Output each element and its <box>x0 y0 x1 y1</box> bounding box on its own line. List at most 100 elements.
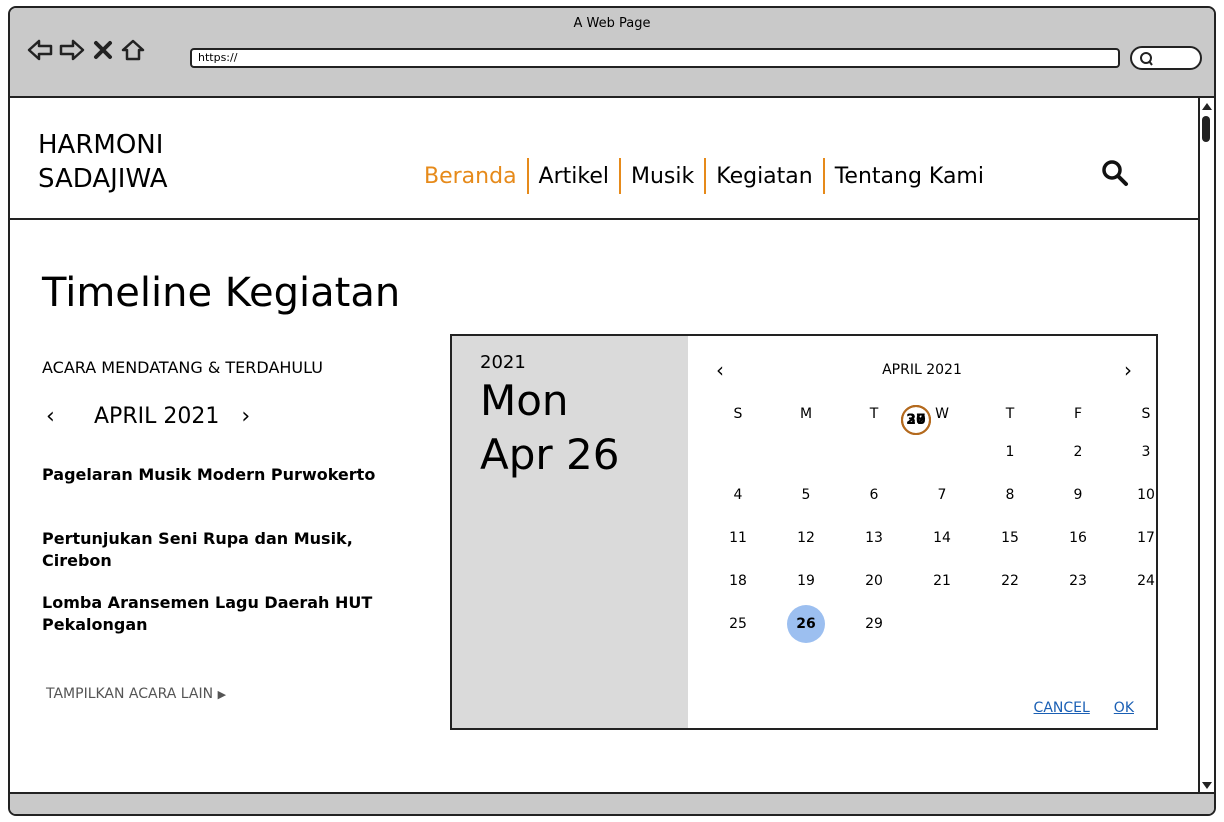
events-month-nav: ‹ APRIL 2021 › <box>46 404 267 429</box>
calendar-day-label: 1 <box>1005 443 1015 460</box>
site-logo[interactable]: HARMONI SADAJIWA <box>38 128 168 196</box>
weekday-header: S <box>1141 406 1151 422</box>
calendar-day[interactable]: 13 <box>840 516 908 559</box>
back-arrow-icon[interactable] <box>26 38 54 62</box>
calendar-day[interactable]: 24 <box>1112 559 1180 602</box>
calendar-day[interactable]: 9 <box>1044 473 1112 516</box>
calendar-day[interactable]: 23 <box>1044 559 1112 602</box>
forward-arrow-icon[interactable] <box>58 38 86 62</box>
selected-date: Apr 26 <box>480 430 620 479</box>
stop-icon[interactable] <box>92 38 114 62</box>
calendar-day-label: 24 <box>1137 572 1155 589</box>
calendar-day[interactable]: 25 <box>704 602 772 645</box>
calendar-day[interactable]: 5 <box>772 473 840 516</box>
calendar-day[interactable]: 14 <box>908 516 976 559</box>
date-picker-header: 2021 Mon Apr 26 <box>452 336 688 728</box>
calendar-day[interactable]: 21 <box>908 559 976 602</box>
browser-search-box[interactable] <box>1130 46 1202 70</box>
vertical-scrollbar[interactable] <box>1198 98 1214 794</box>
nav-item-tentang-kami[interactable]: Tentang Kami <box>825 164 994 189</box>
browser-window: A Web Page https:// HARMONI SADAJIWA Ber… <box>8 6 1216 816</box>
page-title: Timeline Kegiatan <box>42 270 401 316</box>
calendar-day-label: 21 <box>933 572 951 589</box>
calendar-day-label: 20 <box>865 572 883 589</box>
calendar-day-label: 23 <box>1069 572 1087 589</box>
calendar-day[interactable]: 7 <box>908 473 976 516</box>
logo-line-2: SADAJIWA <box>38 164 168 194</box>
prev-month-icon[interactable]: ‹ <box>46 404 72 429</box>
url-bar[interactable]: https:// <box>190 48 1120 68</box>
browser-chrome: A Web Page https:// <box>10 8 1214 98</box>
scroll-down-icon[interactable] <box>1200 778 1214 792</box>
calendar-day-label: 11 <box>729 529 747 546</box>
event-item[interactable]: Pertunjukan Seni Rupa dan Musik, Cirebon <box>42 528 402 572</box>
events-month-label: APRIL 2021 <box>94 404 220 429</box>
date-picker-dialog: 2021 Mon Apr 26 ‹ APRIL 2021 › SMTWTFS12… <box>450 334 1158 730</box>
calendar-day[interactable]: 17 <box>1112 516 1180 559</box>
selected-weekday: Mon <box>480 376 569 425</box>
calendar-day-label: 3 <box>1141 443 1151 460</box>
calendar-day[interactable]: 4 <box>704 473 772 516</box>
show-more-label: TAMPILKAN ACARA LAIN <box>46 686 214 702</box>
calendar-day-label: 5 <box>801 486 811 503</box>
calendar-day-label: 8 <box>1005 486 1015 503</box>
calendar-day-label: 25 <box>729 615 747 632</box>
calendar-next-icon[interactable]: › <box>1124 358 1132 382</box>
calendar-day-label: 2 <box>1073 443 1083 460</box>
search-icon[interactable] <box>1100 158 1130 188</box>
nav-item-musik[interactable]: Musik <box>621 164 704 189</box>
nav-item-artikel[interactable]: Artikel <box>529 164 619 189</box>
calendar-day-label: 9 <box>1073 486 1083 503</box>
calendar-day[interactable]: 3 <box>1112 430 1180 473</box>
calendar-day[interactable]: 29 <box>840 602 908 645</box>
calendar-day-label: 17 <box>1137 529 1155 546</box>
calendar-day-label: 18 <box>729 572 747 589</box>
window-title: A Web Page <box>573 16 651 31</box>
event-item[interactable]: Pagelaran Musik Modern Purwokerto <box>42 464 402 486</box>
ok-button[interactable]: OK <box>1114 700 1134 716</box>
calendar-day[interactable]: 19 <box>772 559 840 602</box>
calendar-day[interactable]: 18 <box>704 559 772 602</box>
calendar-day-label: 15 <box>1001 529 1019 546</box>
calendar-day[interactable]: 20 <box>840 559 908 602</box>
calendar-empty-cell <box>908 602 976 645</box>
main-nav: Beranda Artikel Musik Kegiatan Tentang K… <box>424 158 994 194</box>
calendar-day-label: 22 <box>1001 572 1019 589</box>
magnifier-icon <box>1140 52 1153 66</box>
scroll-up-icon[interactable] <box>1200 100 1214 114</box>
scroll-thumb[interactable] <box>1202 116 1210 142</box>
calendar-day[interactable]: 30 <box>736 398 1096 441</box>
calendar-day-label: 30 <box>901 404 931 435</box>
calendar-day-label: 10 <box>1137 486 1155 503</box>
selected-year[interactable]: 2021 <box>480 352 526 373</box>
event-item[interactable]: Lomba Aransemen Lagu Daerah HUT Pekalong… <box>42 592 402 636</box>
nav-item-kegiatan[interactable]: Kegiatan <box>706 164 822 189</box>
calendar-day[interactable]: 22 <box>976 559 1044 602</box>
calendar-day-label: 6 <box>869 486 879 503</box>
calendar-day-label: 19 <box>797 572 815 589</box>
home-icon[interactable] <box>120 38 146 62</box>
calendar-day-label: 4 <box>733 486 743 503</box>
calendar-day-label: 29 <box>865 615 883 632</box>
dialog-actions: CANCEL OK <box>1034 700 1134 716</box>
next-month-icon[interactable]: › <box>241 404 267 429</box>
calendar-day-label: 7 <box>937 486 947 503</box>
calendar-day[interactable]: 12 <box>772 516 840 559</box>
status-bar <box>10 792 1214 814</box>
cancel-button[interactable]: CANCEL <box>1034 700 1090 716</box>
show-more-link[interactable]: TAMPILKAN ACARA LAIN ▶ <box>46 686 226 702</box>
selected-date-display: Mon Apr 26 <box>480 374 619 482</box>
calendar-day-label: 16 <box>1069 529 1087 546</box>
calendar-day[interactable]: 16 <box>1044 516 1112 559</box>
header-divider <box>10 218 1198 220</box>
calendar-day[interactable]: 8 <box>976 473 1044 516</box>
nav-item-beranda[interactable]: Beranda <box>424 164 527 189</box>
calendar-day[interactable]: 10 <box>1112 473 1180 516</box>
calendar-day[interactable]: 11 <box>704 516 772 559</box>
calendar-day[interactable]: 15 <box>976 516 1044 559</box>
calendar-day-label: 14 <box>933 529 951 546</box>
play-arrow-icon: ▶ <box>217 688 227 701</box>
calendar-day[interactable]: 6 <box>840 473 908 516</box>
logo-line-1: HARMONI <box>38 130 164 160</box>
calendar-day[interactable]: 26 <box>772 602 840 645</box>
